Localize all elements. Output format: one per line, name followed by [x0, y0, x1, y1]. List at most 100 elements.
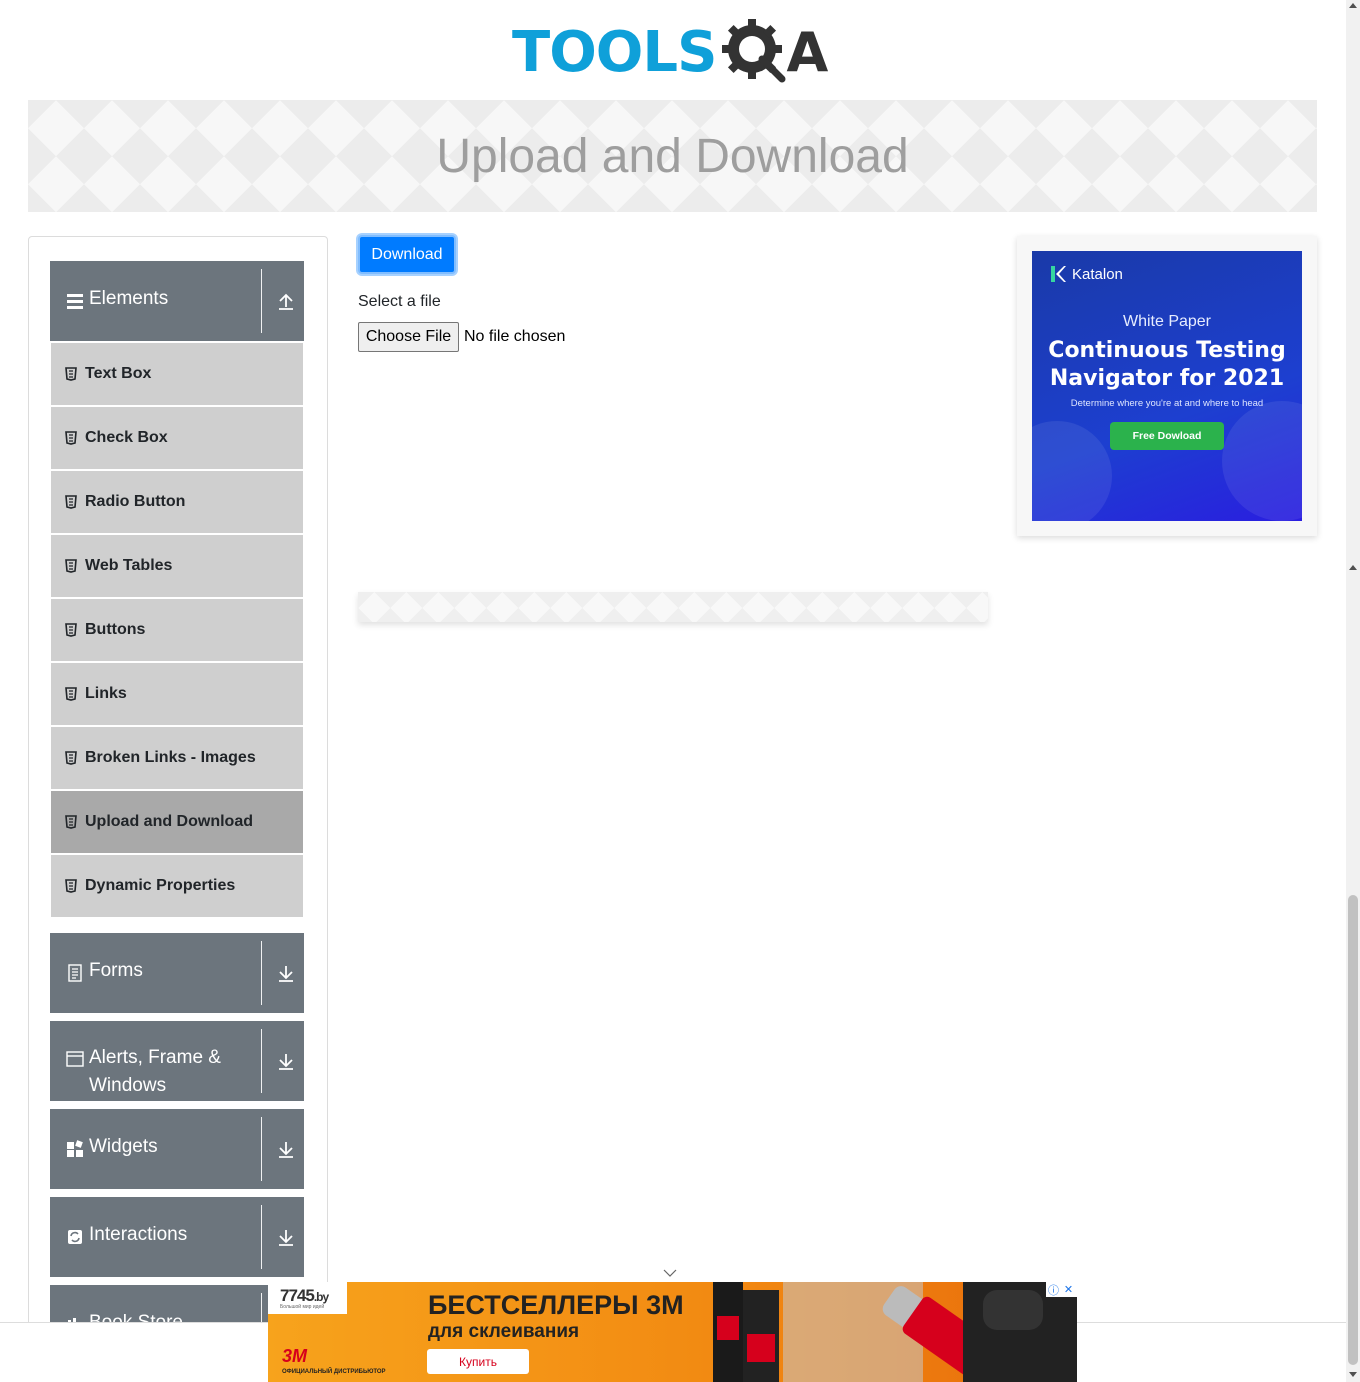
ad-kicker: White Paper	[1122, 313, 1212, 330]
right-ad[interactable]: Katalon White Paper Continuous Testing N…	[1017, 236, 1317, 536]
sidebar-group-label: Interactions	[89, 1224, 188, 1245]
html5-icon	[65, 431, 77, 445]
sidebar-item-web-tables[interactable]: Web Tables	[51, 535, 303, 597]
sidebar-item-buttons[interactable]: Buttons	[51, 599, 303, 661]
sidebar-item-label: Text Box	[85, 365, 152, 382]
sidebar-group-label: Forms	[89, 960, 143, 981]
sidebar-item-label: Upload and Download	[85, 813, 253, 830]
html5-icon	[65, 495, 77, 509]
scroll-marker-icon	[1349, 565, 1357, 570]
ad-distributor: ОФИЦИАЛЬНЫЙ ДИСТРИБЬЮТОР	[282, 1369, 386, 1375]
widgets-icon	[66, 1140, 84, 1158]
html5-icon	[65, 623, 77, 637]
sidebar-item-text-box[interactable]: Text Box	[51, 343, 303, 405]
ad-brand-3m: 3M	[282, 1346, 308, 1366]
toolsqa-logo[interactable]: TOOLS A	[512, 14, 838, 92]
sidebar-group-interactions[interactable]: Interactions	[50, 1197, 304, 1277]
download-arrow-icon[interactable]	[276, 963, 296, 983]
sidebar-item-upload-and-download[interactable]: Upload and Download	[51, 791, 303, 853]
sidebar-item-label: Web Tables	[85, 557, 173, 574]
sidebar-group-label: Alerts, Frame & Windows	[89, 1047, 221, 1096]
ad-logo-subtitle: Большой мир идей	[280, 1304, 325, 1310]
sidebar-item-label: Check Box	[85, 429, 168, 446]
ad-title-line-1: Continuous Testing	[1048, 338, 1286, 363]
ad-logo-number: 7745	[280, 1286, 315, 1305]
interactions-icon	[66, 1228, 84, 1246]
upload-file-input[interactable]: Choose File No file chosen	[358, 322, 565, 352]
select-file-label: Select a file	[358, 293, 441, 310]
html5-icon	[65, 815, 77, 829]
katalon-brand-name: Katalon	[1072, 265, 1123, 283]
chevron-down-icon[interactable]	[663, 1265, 677, 1277]
ad-logo-suffix: .by	[313, 1290, 329, 1304]
html5-icon	[65, 751, 77, 765]
scroll-down-icon[interactable]	[1349, 1372, 1357, 1377]
divider	[261, 269, 262, 333]
download-arrow-icon[interactable]	[276, 1227, 296, 1247]
window-icon	[66, 1050, 84, 1068]
spray-cans-image	[713, 1282, 1077, 1382]
katalon-logo-icon	[1050, 265, 1066, 283]
sidebar-item-label: Dynamic Properties	[85, 877, 236, 894]
free-download-button[interactable]: Free Dowload	[1110, 422, 1224, 450]
choose-file-button[interactable]: Choose File	[358, 322, 459, 352]
html5-icon	[65, 687, 77, 701]
divider	[261, 1117, 262, 1181]
ad-logo: 7745.by Большой мир идей	[268, 1282, 347, 1314]
sidebar-group-widgets[interactable]: Widgets	[50, 1109, 304, 1189]
file-status-text: No file chosen	[464, 328, 566, 345]
ad-subline: для склеивания	[428, 1321, 580, 1342]
document-icon	[66, 964, 84, 982]
close-icon[interactable]: ✕	[1061, 1282, 1076, 1297]
bottom-ad-banner[interactable]: 7745.by Большой мир идей БЕСТСЕЛЛЕРЫ 3М …	[268, 1282, 1077, 1382]
sidebar-group-elements[interactable]: Elements	[50, 261, 304, 341]
sidebar-item-dynamic-properties[interactable]: Dynamic Properties	[51, 855, 303, 917]
sidebar-group-forms[interactable]: Forms	[50, 933, 304, 1013]
sidebar-item-links[interactable]: Links	[51, 663, 303, 725]
html5-icon	[65, 367, 77, 381]
katalon-brand: Katalon	[1050, 265, 1123, 283]
logo-text-a: A	[786, 21, 829, 84]
ad-logo-text: 7745.by	[280, 1286, 329, 1306]
sidebar-item-radio-button[interactable]: Radio Button	[51, 471, 303, 533]
ad-title: Continuous Testing Navigator for 2021	[1032, 337, 1302, 393]
sidebar-item-check-box[interactable]: Check Box	[51, 407, 303, 469]
html5-icon	[65, 559, 77, 573]
logo-text-tools: TOOLS	[512, 20, 717, 85]
divider	[261, 1205, 262, 1269]
sidebar-group-label: Widgets	[89, 1136, 158, 1157]
page: TOOLS A Upload and Download Elements Tex…	[0, 0, 1360, 1382]
decoration	[1222, 401, 1302, 521]
info-icon[interactable]: ⓘ	[1046, 1282, 1061, 1297]
katalon-ad-creative[interactable]: Katalon White Paper Continuous Testing N…	[1032, 251, 1302, 521]
scroll-up-icon[interactable]	[1349, 3, 1357, 8]
upload-arrow-icon[interactable]	[276, 291, 296, 311]
divider	[261, 1029, 262, 1093]
hamburger-icon	[66, 292, 84, 310]
gear-magnifier-icon	[720, 17, 792, 89]
sidebar-item-label: Links	[85, 685, 127, 702]
page-scrollbar[interactable]	[1346, 0, 1360, 1382]
scrollbar-thumb[interactable]	[1348, 895, 1358, 1365]
ad-choices[interactable]: ⓘ ✕	[1046, 1282, 1077, 1297]
page-title: Upload and Download	[436, 129, 909, 183]
html5-icon	[65, 879, 77, 893]
ad-headline: БЕСТСЕЛЛЕРЫ 3М	[428, 1290, 684, 1320]
sidebar-item-label: Radio Button	[85, 493, 186, 510]
sidebar-group-label: Elements	[89, 288, 169, 309]
decoration	[1032, 421, 1112, 521]
sidebar: Elements Text Box Check Box Radio Button…	[28, 236, 328, 1382]
ad-subtitle: Determine where you're at and where to h…	[1070, 398, 1264, 409]
ad-placeholder-strip	[358, 592, 988, 622]
download-arrow-icon[interactable]	[276, 1051, 296, 1071]
sidebar-item-broken-links-images[interactable]: Broken Links - Images	[51, 727, 303, 789]
sidebar-group-alerts-frame-windows[interactable]: Alerts, Frame & Windows	[50, 1021, 304, 1101]
download-button[interactable]: Download	[358, 235, 456, 274]
divider	[261, 941, 262, 1005]
sidebar-item-label: Buttons	[85, 621, 146, 638]
sidebar-item-label: Broken Links - Images	[85, 749, 256, 766]
ad-title-line-2: Navigator for 2021	[1049, 366, 1285, 391]
download-arrow-icon[interactable]	[276, 1139, 296, 1159]
page-banner: Upload and Download	[28, 100, 1317, 212]
buy-button[interactable]: Купить	[427, 1349, 529, 1374]
